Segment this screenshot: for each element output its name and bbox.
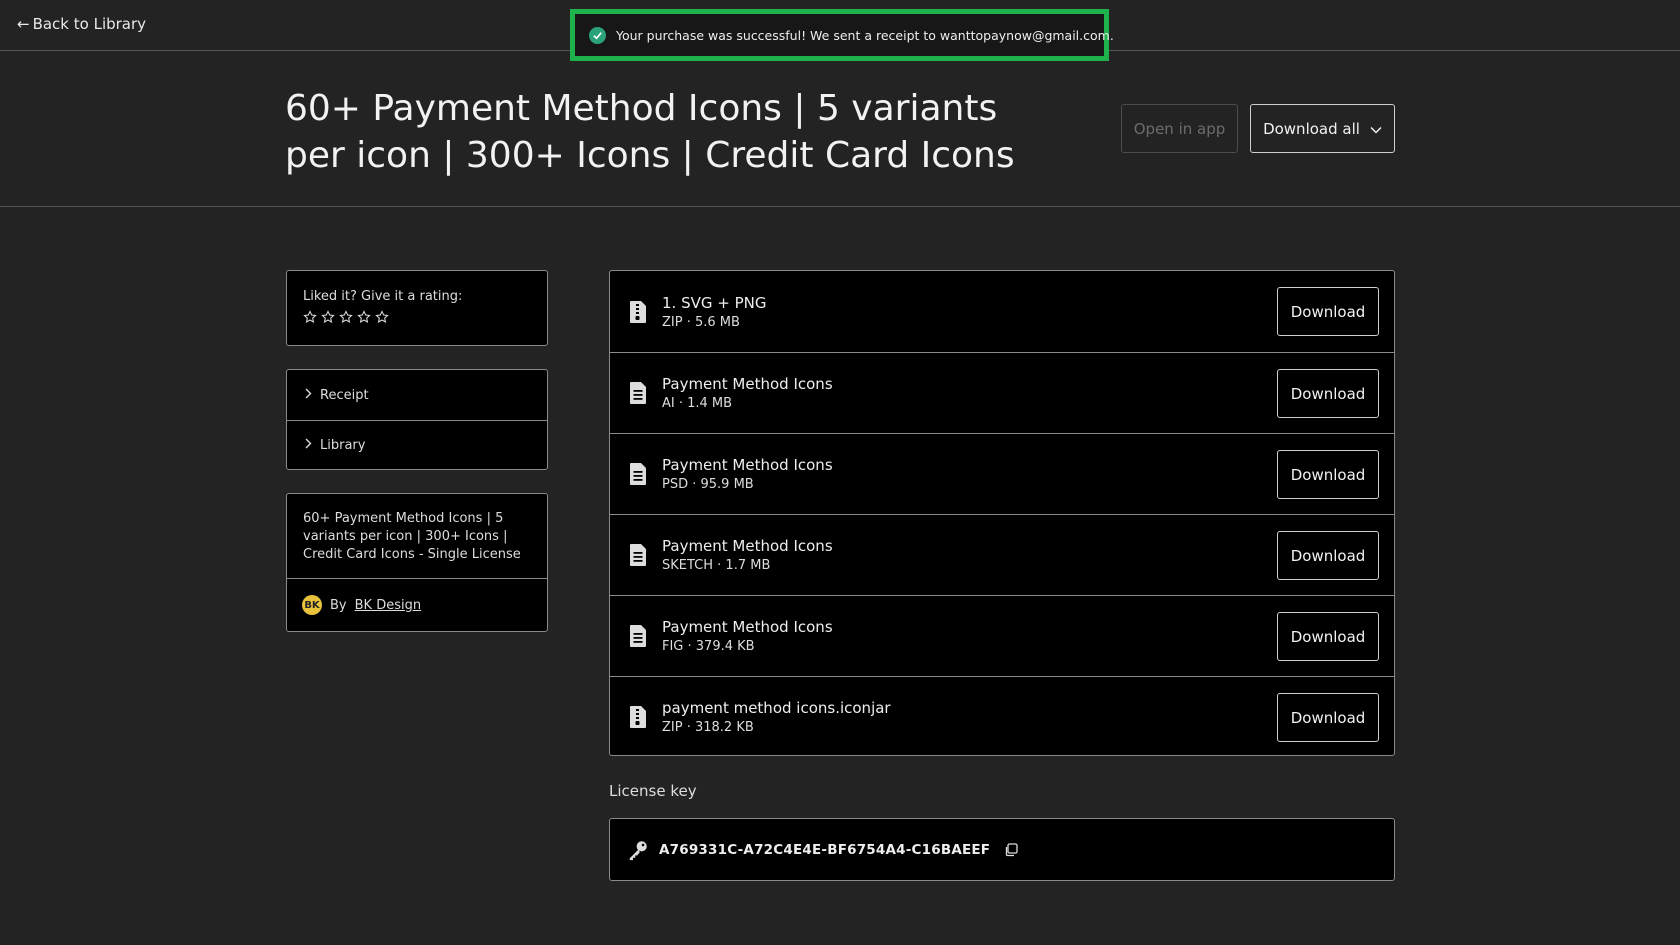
download-all-button[interactable]: Download all: [1250, 104, 1395, 153]
copy-icon[interactable]: [1004, 842, 1018, 857]
creator-link[interactable]: BK Design: [355, 598, 421, 613]
file-meta: FIG · 379.4 KB: [662, 639, 755, 654]
nav-item-label: Receipt: [320, 387, 369, 403]
file-meta: AI · 1.4 MB: [662, 396, 733, 411]
open-in-app-button[interactable]: Open in app: [1121, 104, 1238, 153]
back-to-library-link[interactable]: ← Back to Library: [17, 15, 146, 33]
back-link-label: Back to Library: [32, 15, 147, 33]
product-card: 60+ Payment Method Icons | 5 variants pe…: [286, 493, 548, 632]
file-name: Payment Method Icons: [662, 537, 833, 555]
zip-file-icon: [630, 300, 646, 323]
license-key-value: A769331C-A72C4E4E-BF6754A4-C16BAEEF: [659, 841, 991, 858]
document-icon: [630, 544, 646, 566]
document-icon: [630, 625, 646, 647]
license-key-label: License key: [609, 782, 697, 800]
file-row: Payment Method Icons AI · 1.4 MB Downloa…: [610, 352, 1394, 433]
page-title: 60+ Payment Method Icons | 5 variants pe…: [285, 88, 1015, 176]
side-nav-card: Receipt Library: [286, 369, 548, 470]
arrow-left-icon: ←: [17, 15, 30, 33]
file-meta: PSD · 95.9 MB: [662, 477, 754, 492]
file-meta: ZIP · 5.6 MB: [662, 314, 740, 330]
file-row: 1. SVG + PNG ZIP · 5.6 MB Download: [610, 271, 1394, 352]
toast-message: Your purchase was successful! We sent a …: [616, 27, 1114, 43]
file-name: payment method icons.iconjar: [662, 699, 891, 717]
product-name: 60+ Payment Method Icons | 5 variants pe…: [287, 494, 547, 579]
download-button[interactable]: Download: [1277, 450, 1379, 499]
file-name: 1. SVG + PNG: [662, 293, 767, 312]
download-all-label: Download all: [1263, 119, 1360, 138]
nav-item-label: Library: [320, 438, 366, 453]
rating-card: Liked it? Give it a rating:: [286, 270, 548, 346]
file-row: Payment Method Icons SKETCH · 1.7 MB Dow…: [610, 514, 1394, 595]
rating-label: Liked it? Give it a rating:: [303, 289, 463, 304]
document-icon: [630, 382, 646, 404]
file-meta: SKETCH · 1.7 MB: [662, 558, 771, 573]
chevron-down-icon: [1370, 120, 1382, 138]
download-button[interactable]: Download: [1277, 612, 1379, 661]
star-icon[interactable]: [375, 310, 389, 324]
key-icon: [629, 840, 647, 860]
download-button[interactable]: Download: [1277, 693, 1379, 742]
nav-item-library[interactable]: Library: [287, 420, 547, 470]
avatar: BK: [302, 595, 322, 615]
nav-item-receipt[interactable]: Receipt: [287, 370, 547, 420]
page-header: 60+ Payment Method Icons | 5 variants pe…: [0, 50, 1680, 207]
chevron-right-icon: [305, 388, 312, 403]
creator-info: BK By BK Design: [287, 579, 547, 631]
download-button[interactable]: Download: [1277, 287, 1379, 336]
file-name: Payment Method Icons: [662, 456, 833, 474]
file-meta: ZIP · 318.2 KB: [662, 720, 754, 735]
check-circle-icon: [589, 26, 606, 44]
star-icon[interactable]: [303, 310, 317, 324]
file-row: payment method icons.iconjar ZIP · 318.2…: [610, 676, 1394, 757]
chevron-right-icon: [305, 438, 312, 453]
star-icon[interactable]: [339, 310, 353, 324]
zip-file-icon: [630, 706, 646, 728]
file-name: Payment Method Icons: [662, 375, 833, 393]
file-name: Payment Method Icons: [662, 618, 833, 636]
star-rating: [303, 310, 531, 324]
document-icon: [630, 463, 646, 485]
file-row: Payment Method Icons PSD · 95.9 MB Downl…: [610, 433, 1394, 514]
file-row: Payment Method Icons FIG · 379.4 KB Down…: [610, 595, 1394, 676]
download-button[interactable]: Download: [1277, 531, 1379, 580]
files-list: 1. SVG + PNG ZIP · 5.6 MB Download Payme…: [609, 270, 1395, 756]
by-label: By: [330, 597, 347, 613]
star-icon[interactable]: [321, 310, 335, 324]
license-key-box: A769331C-A72C4E4E-BF6754A4-C16BAEEF: [609, 818, 1395, 881]
download-button[interactable]: Download: [1277, 369, 1379, 418]
star-icon[interactable]: [357, 310, 371, 324]
